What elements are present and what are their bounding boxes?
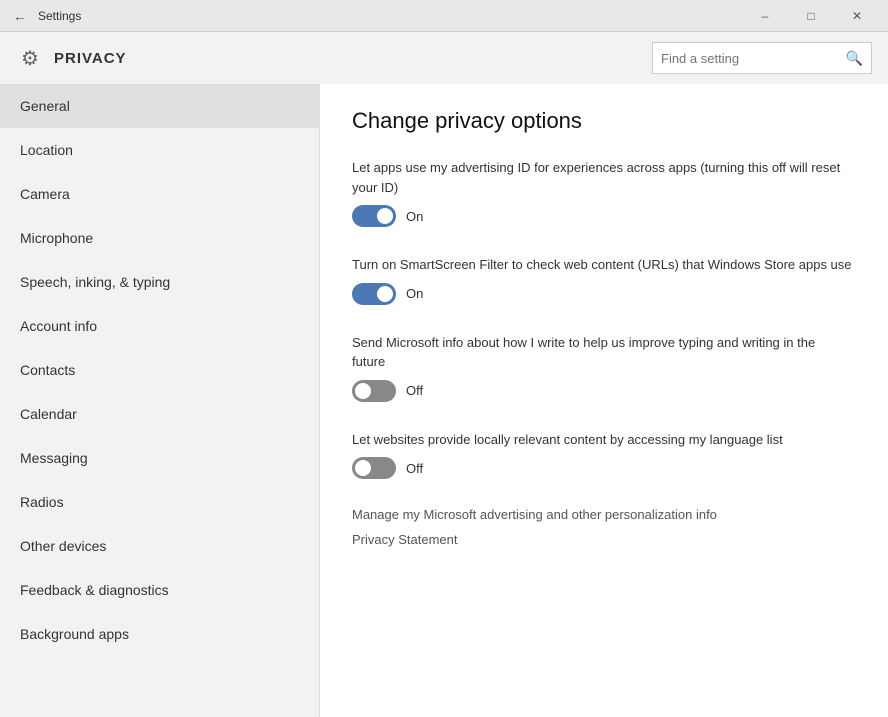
search-box[interactable]: 🔍	[652, 42, 872, 74]
toggle-label-typing-info: Off	[406, 383, 423, 398]
toggle-knob-language-list	[355, 460, 371, 476]
sidebar-item-other-devices[interactable]: Other devices	[0, 524, 319, 568]
window-title: Settings	[38, 9, 742, 23]
sidebar-item-background-apps[interactable]: Background apps	[0, 612, 319, 656]
sidebar-item-camera[interactable]: Camera	[0, 172, 319, 216]
close-button[interactable]: ✕	[834, 0, 880, 32]
sidebar-item-contacts[interactable]: Contacts	[0, 348, 319, 392]
app-title: PRIVACY	[54, 50, 652, 67]
toggle-label-language-list: Off	[406, 461, 423, 476]
link-manage-advertising[interactable]: Manage my Microsoft advertising and othe…	[352, 507, 856, 522]
window-controls: – □ ✕	[742, 0, 880, 32]
maximize-icon: □	[807, 9, 814, 23]
sidebar-item-radios[interactable]: Radios	[0, 480, 319, 524]
sidebar-item-account-info[interactable]: Account info	[0, 304, 319, 348]
app-header: ⚙ PRIVACY 🔍	[0, 32, 888, 84]
content-area: Change privacy options Let apps use my a…	[320, 84, 888, 717]
setting-row-smartscreen: Turn on SmartScreen Filter to check web …	[352, 255, 856, 305]
toggle-row-typing-info: Off	[352, 380, 856, 402]
back-icon: ←	[13, 8, 27, 24]
sidebar-item-location[interactable]: Location	[0, 128, 319, 172]
setting-row-advertising-id: Let apps use my advertising ID for exper…	[352, 158, 856, 227]
back-button[interactable]: ←	[8, 4, 32, 28]
page-title: Change privacy options	[352, 108, 856, 134]
toggle-row-language-list: Off	[352, 457, 856, 479]
minimize-button[interactable]: –	[742, 0, 788, 32]
maximize-button[interactable]: □	[788, 0, 834, 32]
sidebar-item-general[interactable]: General	[0, 84, 319, 128]
app-content: ⚙ PRIVACY 🔍 GeneralLocationCameraMicroph…	[0, 32, 888, 717]
links-container: Manage my Microsoft advertising and othe…	[352, 507, 856, 547]
privacy-icon: ⚙	[16, 44, 44, 72]
toggle-row-advertising-id: On	[352, 205, 856, 227]
search-input[interactable]	[661, 51, 846, 66]
sidebar-item-microphone[interactable]: Microphone	[0, 216, 319, 260]
toggle-knob-typing-info	[355, 383, 371, 399]
toggle-typing-info[interactable]	[352, 380, 396, 402]
toggle-language-list[interactable]	[352, 457, 396, 479]
toggle-label-smartscreen: On	[406, 286, 423, 301]
sidebar: GeneralLocationCameraMicrophoneSpeech, i…	[0, 84, 320, 717]
minimize-icon: –	[762, 9, 769, 23]
toggle-knob-smartscreen	[377, 286, 393, 302]
sidebar-item-speech[interactable]: Speech, inking, & typing	[0, 260, 319, 304]
setting-desc-smartscreen: Turn on SmartScreen Filter to check web …	[352, 255, 852, 275]
sidebar-item-messaging[interactable]: Messaging	[0, 436, 319, 480]
setting-row-typing-info: Send Microsoft info about how I write to…	[352, 333, 856, 402]
link-privacy-statement[interactable]: Privacy Statement	[352, 532, 856, 547]
sidebar-item-calendar[interactable]: Calendar	[0, 392, 319, 436]
sidebar-item-feedback[interactable]: Feedback & diagnostics	[0, 568, 319, 612]
main-layout: GeneralLocationCameraMicrophoneSpeech, i…	[0, 84, 888, 717]
toggle-knob-advertising-id	[377, 208, 393, 224]
toggle-smartscreen[interactable]	[352, 283, 396, 305]
setting-row-language-list: Let websites provide locally relevant co…	[352, 430, 856, 480]
toggle-label-advertising-id: On	[406, 209, 423, 224]
search-icon: 🔍	[846, 50, 863, 67]
setting-desc-typing-info: Send Microsoft info about how I write to…	[352, 333, 852, 372]
setting-desc-advertising-id: Let apps use my advertising ID for exper…	[352, 158, 852, 197]
close-icon: ✕	[852, 9, 862, 23]
title-bar: ← Settings – □ ✕	[0, 0, 888, 32]
setting-desc-language-list: Let websites provide locally relevant co…	[352, 430, 852, 450]
settings-container: Let apps use my advertising ID for exper…	[352, 158, 856, 479]
toggle-advertising-id[interactable]	[352, 205, 396, 227]
toggle-row-smartscreen: On	[352, 283, 856, 305]
